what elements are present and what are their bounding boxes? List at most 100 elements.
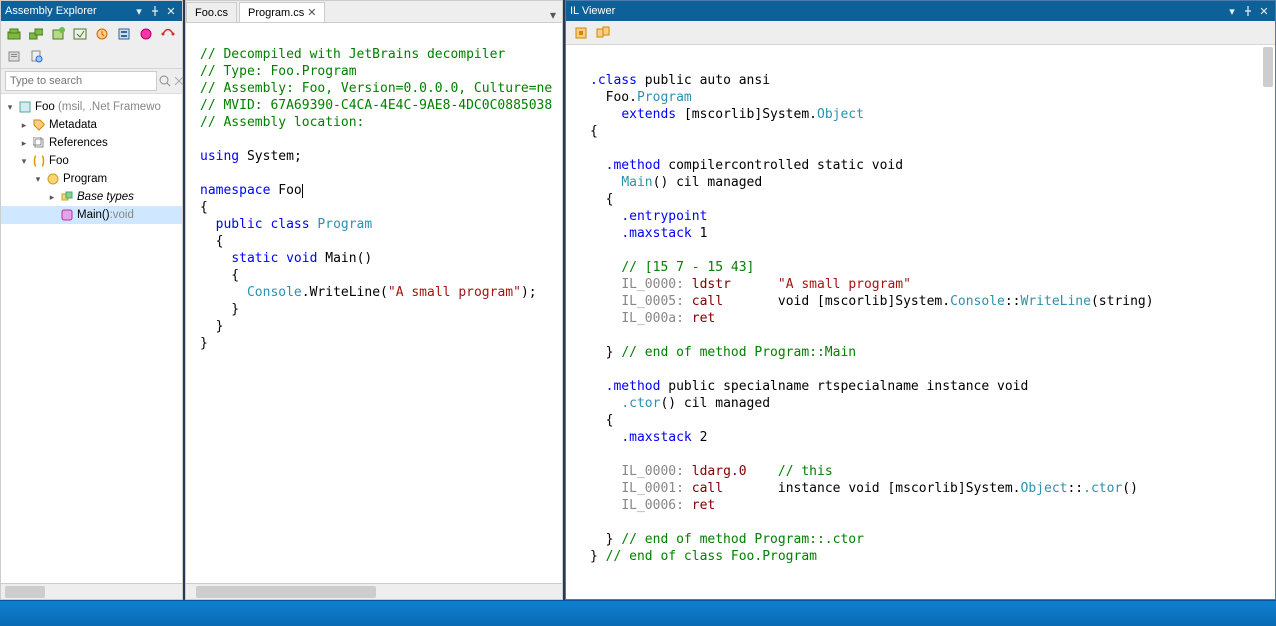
il-type: Console — [950, 294, 1005, 309]
type: Console — [247, 285, 302, 300]
search-options-icon[interactable] — [173, 73, 185, 89]
code-panel: Foo.cs Program.cs✕ ▾ // Decompiled with … — [185, 0, 563, 600]
il-viewer-title: IL Viewer — [570, 5, 615, 17]
il-type: .ctor — [1083, 481, 1122, 496]
il-comment: // this — [778, 464, 833, 479]
il-text: void [mscorlib]System. — [778, 294, 950, 309]
il-op: ldarg.0 — [692, 464, 747, 479]
il-dir: .maxstack — [621, 226, 691, 241]
tab-program-cs[interactable]: Program.cs✕ — [239, 2, 325, 22]
il-type: Program — [637, 90, 692, 105]
text-caret — [302, 184, 303, 198]
kw: namespace — [200, 183, 270, 198]
tree-node-class[interactable]: Program — [1, 170, 182, 188]
basetypes-icon — [60, 190, 74, 204]
il-label: IL_000a: — [621, 311, 684, 326]
editor-tabstrip: Foo.cs Program.cs✕ ▾ — [186, 1, 562, 23]
kw: using — [200, 149, 239, 164]
tree-node-method[interactable]: Main():void — [1, 206, 182, 224]
tree-basetypes-label: Base types — [77, 191, 134, 203]
tag-icon — [32, 118, 46, 132]
il-comment: // end of class Foo.Program — [606, 549, 817, 564]
code-comment: // Decompiled with JetBrains decompiler — [200, 47, 505, 62]
il-comment: // [15 7 - 15 43] — [621, 260, 754, 275]
code-comment: // Type: Foo.Program — [200, 64, 357, 79]
toolbar-btn-2[interactable] — [26, 24, 46, 44]
il-viewer-header[interactable]: IL Viewer ▾ ✕ — [566, 1, 1275, 21]
il-text: [mscorlib]System. — [684, 107, 817, 122]
il-label: IL_0001: — [621, 481, 684, 496]
il-v-scrollbar[interactable] — [1263, 47, 1273, 87]
il-viewer-body[interactable]: .class public auto ansi Foo.Program exte… — [566, 45, 1275, 599]
toolbar-btn-3[interactable] — [48, 24, 68, 44]
kw: static — [231, 251, 278, 266]
il-text: :: — [1005, 294, 1021, 309]
pin-icon[interactable] — [148, 4, 162, 18]
ident: System — [247, 149, 294, 164]
il-label: IL_0005: — [621, 294, 684, 309]
il-text: () cil managed — [653, 175, 763, 190]
toolbar-btn-9[interactable] — [4, 46, 24, 66]
il-type: .ctor — [621, 396, 660, 411]
search-row — [1, 69, 182, 94]
toolbar-btn-4[interactable] — [70, 24, 90, 44]
close-icon[interactable]: ✕ — [1257, 4, 1271, 18]
il-label: IL_0006: — [621, 498, 684, 513]
tab-label: Program.cs — [248, 7, 304, 19]
code-comment: // Assembly: Foo, Version=0.0.0.0, Cultu… — [200, 81, 552, 96]
toolbar-btn-8[interactable] — [158, 24, 178, 44]
assembly-explorer-panel: Assembly Explorer ▾ ✕ Foo (msil, .Net Fr… — [0, 0, 183, 600]
tree-asm-name: Foo — [35, 101, 55, 113]
kw: public — [216, 217, 263, 232]
ident: WriteLine — [310, 285, 380, 300]
il-label: IL_0000: — [621, 464, 684, 479]
il-toolbar-btn-1[interactable] — [571, 23, 591, 43]
toolbar-btn-5[interactable] — [92, 24, 112, 44]
tabstrip-dropdown-icon[interactable]: ▾ — [544, 8, 562, 22]
il-toolbar — [566, 21, 1275, 45]
il-text: instance void [mscorlib]System. — [778, 481, 1021, 496]
string-literal: "A small program" — [388, 285, 521, 300]
search-icon[interactable] — [159, 73, 171, 89]
il-text: () — [1122, 481, 1138, 496]
il-viewer-panel: IL Viewer ▾ ✕ .class public auto ansi Fo… — [565, 0, 1276, 600]
search-input[interactable] — [5, 71, 157, 91]
il-op: ret — [692, 498, 715, 513]
tree-node-references[interactable]: References — [1, 134, 182, 152]
tree-node-namespace[interactable]: Foo — [1, 152, 182, 170]
type: Program — [317, 217, 372, 232]
kw: void — [286, 251, 317, 266]
dropdown-icon[interactable]: ▾ — [1225, 4, 1239, 18]
il-op: call — [692, 294, 723, 309]
code-comment: // MVID: 67A69390-C4CA-4E4C-9AE8-4DC0C08… — [200, 98, 552, 113]
kw: class — [270, 217, 309, 232]
editor-h-scrollbar[interactable] — [186, 583, 562, 599]
tree-node-assembly[interactable]: Foo (msil, .Net Framewo — [1, 98, 182, 116]
explorer-h-scrollbar[interactable] — [1, 583, 182, 599]
toolbar-btn-6[interactable] — [114, 24, 134, 44]
code-editor[interactable]: // Decompiled with JetBrains decompiler … — [186, 23, 562, 583]
tab-close-icon[interactable]: ✕ — [307, 6, 316, 19]
close-icon[interactable]: ✕ — [164, 4, 178, 18]
ident: Foo — [278, 183, 301, 198]
class-icon — [46, 172, 60, 186]
tree-node-basetypes[interactable]: Base types — [1, 188, 182, 206]
assembly-explorer-header[interactable]: Assembly Explorer ▾ ✕ — [1, 1, 182, 21]
tree-method-name: Main() — [77, 209, 110, 221]
toolbar-btn-1[interactable] — [4, 24, 24, 44]
il-dir: .method — [606, 158, 661, 173]
tree-node-metadata[interactable]: Metadata — [1, 116, 182, 134]
tab-foo-cs[interactable]: Foo.cs — [186, 2, 237, 22]
il-type: Object — [1021, 481, 1068, 496]
il-num: 2 — [700, 430, 708, 445]
il-toolbar-btn-2[interactable] — [593, 23, 613, 43]
il-op: ldstr — [692, 277, 731, 292]
tree-asm-meta: (msil, .Net Framewo — [58, 101, 161, 113]
toolbar-btn-7[interactable] — [136, 24, 156, 44]
il-dir: .entrypoint — [621, 209, 707, 224]
dropdown-icon[interactable]: ▾ — [132, 4, 146, 18]
explorer-toolbar — [1, 21, 182, 69]
pin-icon[interactable] — [1241, 4, 1255, 18]
il-dir: .maxstack — [621, 430, 691, 445]
toolbar-btn-10[interactable] — [26, 46, 46, 66]
